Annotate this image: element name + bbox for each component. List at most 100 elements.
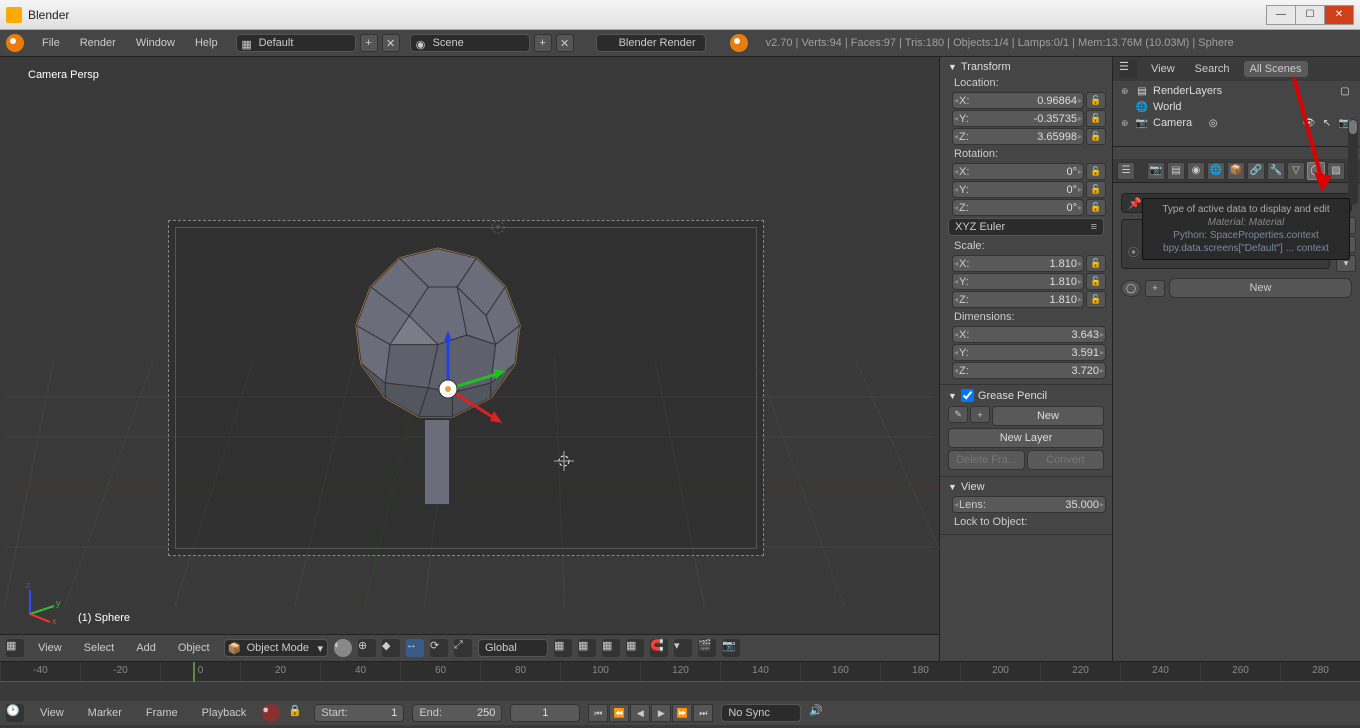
vp-menu-view[interactable]: View (30, 639, 70, 657)
location-z-field[interactable]: Z:3.65998 (952, 128, 1084, 145)
grease-new-button[interactable]: New (992, 406, 1104, 426)
tab-render-layers[interactable]: ▤ (1167, 162, 1185, 180)
render-include-icon[interactable]: ▢ (1338, 84, 1352, 98)
grease-panel-header[interactable]: ▼Grease Pencil (944, 387, 1108, 404)
close-button[interactable]: ✕ (1324, 5, 1354, 25)
add-layout-button[interactable]: + (360, 34, 378, 52)
menu-help[interactable]: Help (187, 34, 226, 52)
layers-button-4[interactable]: ▦ (626, 639, 644, 657)
lock-loc-y[interactable]: 🔓 (1086, 110, 1106, 127)
layers-button-1[interactable]: ▦ (554, 639, 572, 657)
tl-menu-playback[interactable]: Playback (194, 704, 255, 722)
manipulator-toggle[interactable]: ◆ (382, 639, 400, 657)
layers-button-2[interactable]: ▦ (578, 639, 596, 657)
outliner-search[interactable]: Search (1189, 61, 1236, 77)
play-button[interactable]: ▶ (651, 704, 671, 722)
render-preview-button[interactable]: 🎬 (698, 639, 716, 657)
keyframe-lock[interactable]: 🔒 (288, 704, 306, 722)
start-frame-field[interactable]: Start:1 (314, 704, 404, 722)
outliner-scrollbar[interactable] (1348, 119, 1358, 205)
timeline-cursor[interactable] (193, 662, 195, 682)
minimize-button[interactable]: — (1266, 5, 1296, 25)
pivot-selector[interactable]: ⊕ (358, 639, 376, 657)
properties-editor-selector[interactable]: ☰ (1117, 162, 1135, 180)
remove-layout-button[interactable]: ✕ (382, 34, 400, 52)
grease-add-button[interactable]: + (970, 406, 990, 423)
view-panel-header[interactable]: ▼View (944, 479, 1108, 495)
manipulator-rotate[interactable]: ⟳ (430, 639, 448, 657)
speaker-icon[interactable]: 🔊 (809, 704, 827, 722)
outliner-view[interactable]: View (1145, 61, 1181, 77)
prev-keyframe-button[interactable]: ⏪ (609, 704, 629, 722)
timeline-editor-selector[interactable]: 🕐 (6, 704, 24, 722)
jump-end-button[interactable]: ⏭ (693, 704, 713, 722)
snap-target[interactable]: ▾ (674, 639, 692, 657)
menu-render[interactable]: Render (72, 34, 124, 52)
material-browse[interactable]: ◯ (1121, 280, 1141, 297)
rotation-x-field[interactable]: X:0° (952, 163, 1084, 180)
scale-z-field[interactable]: Z:1.810 (952, 291, 1084, 308)
tl-menu-frame[interactable]: Frame (138, 704, 186, 722)
play-reverse-button[interactable]: ◀ (630, 704, 650, 722)
location-x-field[interactable]: X:0.96864 (952, 92, 1084, 109)
transform-gizmo[interactable] (428, 329, 538, 439)
rotation-mode-selector[interactable]: XYZ Euler (948, 218, 1104, 236)
transform-panel-header[interactable]: ▼Transform (944, 59, 1108, 75)
dim-x-field[interactable]: X:3.643 (952, 326, 1106, 343)
orientation-selector[interactable]: Global (478, 639, 548, 657)
grease-convert-button[interactable]: Convert (1027, 450, 1104, 470)
mode-selector[interactable]: 📦 Object Mode (224, 639, 328, 657)
manipulator-scale[interactable]: ⤢ (454, 639, 472, 657)
next-keyframe-button[interactable]: ⏩ (672, 704, 692, 722)
material-new-button[interactable]: New (1169, 278, 1352, 298)
dim-z-field[interactable]: Z:3.720 (952, 362, 1106, 379)
timeline-ruler[interactable]: -40 -20 0 20 40 60 80 100 120 140 160 18… (0, 662, 1360, 682)
layers-button-3[interactable]: ▦ (602, 639, 620, 657)
vp-menu-object[interactable]: Object (170, 639, 218, 657)
tl-menu-view[interactable]: View (32, 704, 72, 722)
editor-type-selector[interactable]: ▦ (6, 639, 24, 657)
manipulator-translate[interactable]: ↔ (406, 639, 424, 657)
lock-rot-x[interactable]: 🔓 (1086, 163, 1106, 180)
current-frame-field[interactable]: 1 (510, 704, 580, 722)
lock-loc-x[interactable]: 🔓 (1086, 92, 1106, 109)
screen-layout-selector[interactable]: ▦ Default (236, 34, 356, 52)
grease-pencil-icon[interactable]: ✎ (948, 406, 968, 423)
menu-file[interactable]: File (34, 34, 68, 52)
tab-world[interactable]: 🌐 (1207, 162, 1225, 180)
rotation-y-field[interactable]: Y:0° (952, 181, 1084, 198)
vp-menu-select[interactable]: Select (76, 639, 123, 657)
rotation-z-field[interactable]: Z:0° (952, 199, 1084, 216)
material-add-button[interactable]: + (1145, 280, 1165, 297)
grease-delete-frame-button[interactable]: Delete Fra... (948, 450, 1025, 470)
scene-selector[interactable]: ◉ Scene (410, 34, 530, 52)
maximize-button[interactable]: ☐ (1295, 5, 1325, 25)
vp-menu-add[interactable]: Add (128, 639, 164, 657)
render-engine-selector[interactable]: Blender Render (596, 34, 706, 52)
menu-window[interactable]: Window (128, 34, 183, 52)
lock-scale-z[interactable]: 🔓 (1086, 291, 1106, 308)
lock-rot-y[interactable]: 🔓 (1086, 181, 1106, 198)
tab-render[interactable]: 📷 (1147, 162, 1165, 180)
lock-scale-x[interactable]: 🔓 (1086, 255, 1106, 272)
tab-scene[interactable]: ◉ (1187, 162, 1205, 180)
location-y-field[interactable]: Y:-0.35735 (952, 110, 1084, 127)
add-scene-button[interactable]: + (534, 34, 552, 52)
tl-menu-marker[interactable]: Marker (80, 704, 130, 722)
end-frame-field[interactable]: End:250 (412, 704, 502, 722)
jump-start-button[interactable]: ⏮ (588, 704, 608, 722)
remove-scene-button[interactable]: ✕ (556, 34, 574, 52)
snap-toggle[interactable]: 🧲 (650, 639, 668, 657)
pin-icon[interactable]: 📌 (1128, 197, 1142, 210)
lock-rot-z[interactable]: 🔓 (1086, 199, 1106, 216)
lock-loc-z[interactable]: 🔓 (1086, 128, 1106, 145)
blender-logo-icon[interactable] (6, 34, 24, 52)
render-anim-button[interactable]: 📷 (722, 639, 740, 657)
outliner-editor-selector[interactable]: ☰ (1119, 60, 1137, 78)
tab-constraints[interactable]: 🔗 (1247, 162, 1265, 180)
grease-checkbox[interactable] (961, 389, 974, 402)
dim-y-field[interactable]: Y:3.591 (952, 344, 1106, 361)
3d-viewport[interactable]: Camera Persp (0, 57, 939, 634)
shading-selector[interactable]: ◐ (334, 639, 352, 657)
scale-x-field[interactable]: X:1.810 (952, 255, 1084, 272)
